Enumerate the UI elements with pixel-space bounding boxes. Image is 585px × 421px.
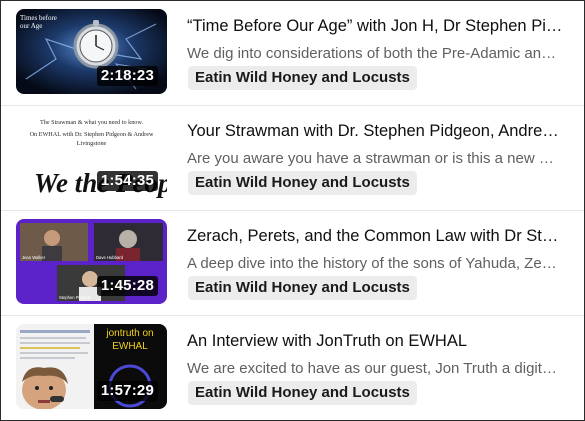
video-item[interactable]: Times before our Age 2:18:23 “Time Befor…	[1, 1, 584, 106]
channel-chip[interactable]: Eatin Wild Honey and Locusts	[188, 66, 417, 90]
video-item[interactable]: jontruth on EWHAL 1:57:29 An Interview w…	[1, 316, 584, 420]
video-title[interactable]: “Time Before Our Age” with Jon H, Dr Ste…	[187, 16, 567, 36]
video-item[interactable]: The Strawman & what you need to know. On…	[1, 106, 584, 211]
channel-chip[interactable]: Eatin Wild Honey and Locusts	[188, 381, 417, 405]
video-title[interactable]: Zerach, Perets, and the Common Law with …	[187, 226, 567, 246]
video-thumbnail[interactable]: jontruth on EWHAL 1:57:29	[16, 324, 167, 409]
thumbnail-caption: Livingstone	[77, 140, 107, 147]
participant-label: Dave Hubbard	[96, 255, 124, 260]
video-thumbnail[interactable]: The Strawman & what you need to know. On…	[16, 114, 167, 199]
participant-label: Jean Walker	[22, 255, 46, 260]
video-thumbnail[interactable]: Jean Walker Dave Hubbard Stephen Pidgeon…	[16, 219, 167, 304]
video-list: Times before our Age 2:18:23 “Time Befor…	[0, 0, 585, 421]
channel-chip[interactable]: Eatin Wild Honey and Locusts	[188, 276, 417, 300]
thumbnail-caption: Times before	[20, 14, 57, 22]
participant-label: Stephen Pidgeon	[59, 295, 92, 300]
video-title[interactable]: Your Strawman with Dr. Stephen Pidgeon, …	[187, 121, 567, 141]
duration-badge: 1:45:28	[96, 276, 158, 296]
video-thumbnail[interactable]: Times before our Age 2:18:23	[16, 9, 167, 94]
duration-badge: 1:54:35	[96, 171, 158, 191]
channel-chip[interactable]: Eatin Wild Honey and Locusts	[188, 171, 417, 195]
video-item[interactable]: Jean Walker Dave Hubbard Stephen Pidgeon…	[1, 211, 584, 316]
duration-badge: 2:18:23	[96, 66, 158, 86]
video-description: We are excited to have as our guest, Jon…	[187, 360, 561, 377]
thumbnail-caption: On EWHAL with Dr. Stephen Pidgeon & Andr…	[30, 131, 154, 138]
video-title[interactable]: An Interview with JonTruth on EWHAL	[187, 331, 567, 351]
video-description: We dig into considerations of both the P…	[187, 45, 561, 62]
thumbnail-caption: our Age	[20, 22, 42, 30]
video-description: Are you aware you have a strawman or is …	[187, 150, 561, 167]
video-description: A deep dive into the history of the sons…	[187, 255, 561, 272]
thumbnail-caption: The Strawman & what you need to know.	[40, 119, 143, 126]
thumbnail-caption: EWHAL	[112, 341, 148, 352]
duration-badge: 1:57:29	[96, 381, 158, 401]
thumbnail-caption: jontruth on	[105, 328, 153, 339]
